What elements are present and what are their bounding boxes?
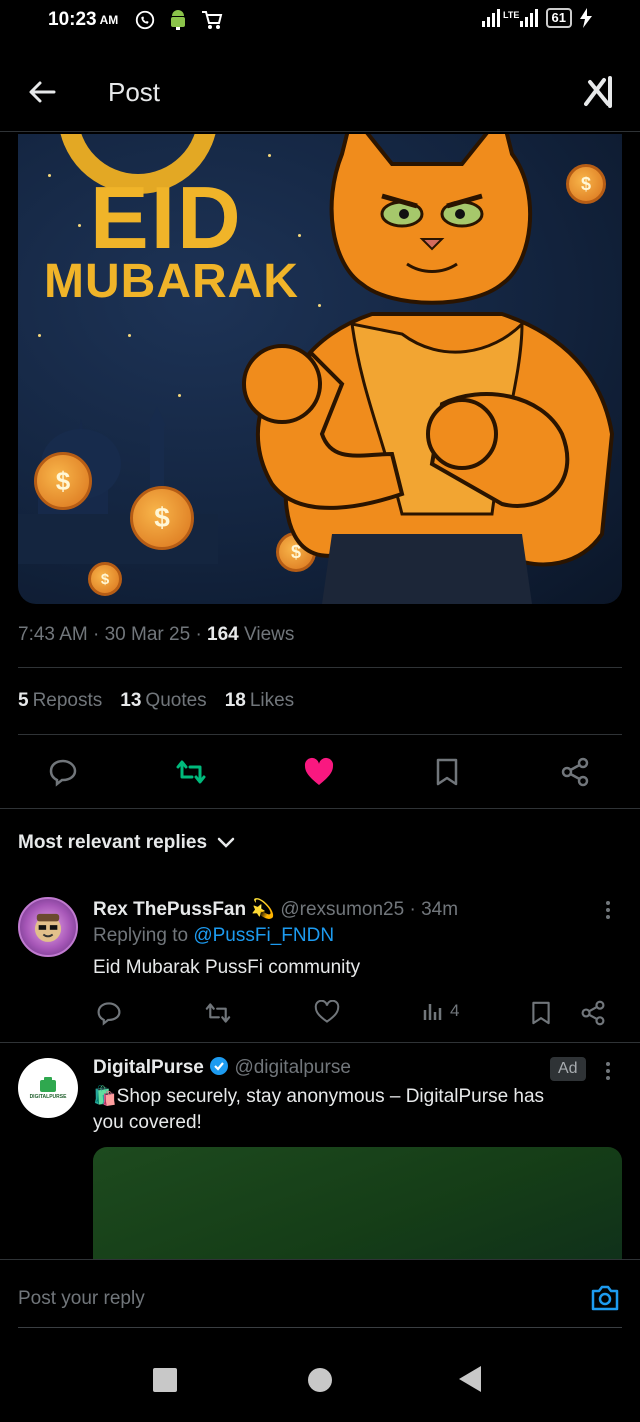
ad-text-line1: 🛍️Shop securely, stay anonymous – Digita… — [93, 1086, 545, 1107]
avatar[interactable] — [18, 897, 78, 957]
ad-badge: Ad — [550, 1057, 586, 1081]
reply-composer: Post your reply — [0, 1259, 640, 1329]
quotes-stat[interactable]: 13 Quotes — [120, 690, 206, 712]
share-button[interactable] — [580, 1000, 606, 1026]
repost-icon — [176, 760, 206, 784]
chevron-down-icon — [217, 837, 235, 848]
logo-text: DIGITALPURSE — [29, 1094, 67, 1100]
status-bar: 10:23 AM LTE 61 — [0, 0, 640, 40]
sparkle-emoji: 💫 — [251, 899, 276, 920]
share-button[interactable] — [559, 756, 591, 788]
arrow-left-icon[interactable] — [26, 76, 58, 108]
recents-button[interactable] — [153, 1368, 177, 1392]
reply-input[interactable]: Post your reply — [18, 1288, 145, 1310]
heart-icon — [314, 1000, 340, 1023]
system-back-button[interactable] — [459, 1366, 481, 1392]
analytics-icon — [423, 1004, 442, 1020]
ad-text-line2: you covered! — [93, 1112, 202, 1133]
coin-icon: $ — [130, 486, 194, 550]
reply-author-name[interactable]: Rex ThePussFan — [93, 899, 246, 920]
reply-button[interactable] — [47, 756, 79, 788]
signal-icon: LTE — [481, 9, 538, 27]
digitalpurse-logo — [40, 1077, 56, 1092]
views-count: 164 — [207, 624, 239, 645]
post-timestamp: 7:43 AM · 30 Mar 25 · 164 Views — [18, 624, 295, 645]
bookmark-icon — [436, 758, 458, 786]
like-button[interactable] — [314, 1000, 340, 1024]
reply-icon — [97, 1002, 121, 1026]
divider — [0, 808, 640, 809]
ad-author-name[interactable]: DigitalPurse — [93, 1057, 204, 1078]
home-button[interactable] — [308, 1368, 332, 1392]
replying-to: Replying to @PussFi_FNDN — [93, 925, 335, 946]
repost-button[interactable] — [175, 756, 207, 788]
heart-filled-icon — [304, 757, 334, 785]
coin-icon: $ — [88, 562, 122, 596]
reply-text: Eid Mubarak PussFi community — [93, 957, 361, 978]
post-stats: 5 Reposts 13 Quotes 18 Likes — [18, 690, 294, 712]
ad-image[interactable] — [93, 1147, 622, 1259]
reply-icon — [49, 759, 77, 787]
charging-icon — [580, 8, 592, 28]
likes-stat[interactable]: 18 Likes — [225, 690, 295, 712]
status-ampm: AM — [99, 13, 119, 27]
divider — [18, 734, 622, 735]
post-actions — [0, 748, 640, 796]
whatsapp-icon — [136, 10, 155, 30]
post-header: Post — [0, 60, 640, 132]
status-time: 10:23 — [48, 9, 97, 30]
reply-author-handle[interactable]: @rexsumon25 — [280, 899, 404, 920]
grok-icon[interactable] — [584, 74, 618, 110]
share-icon — [581, 1000, 605, 1026]
reply-time: 34m — [421, 899, 459, 920]
battery-icon: 61 — [545, 8, 572, 28]
svg-text:LTE: LTE — [503, 10, 519, 20]
divider — [18, 1327, 622, 1328]
replying-to-handle[interactable]: @PussFi_FNDN — [193, 925, 334, 946]
like-button[interactable] — [303, 756, 335, 788]
divider — [18, 667, 622, 668]
verified-badge-icon — [210, 1057, 229, 1075]
views-button[interactable]: 4 — [422, 1000, 459, 1022]
views-count: 4 — [450, 1001, 460, 1020]
bookmark-button[interactable] — [530, 1000, 552, 1026]
cat-avatar-icon — [34, 913, 62, 942]
camera-icon[interactable] — [590, 1284, 620, 1312]
page-title: Post — [108, 77, 161, 107]
sort-label: Most relevant replies — [18, 832, 208, 853]
android-icon — [171, 10, 186, 30]
ad-author-handle[interactable]: @digitalpurse — [234, 1057, 350, 1078]
reposts-stat[interactable]: 5 Reposts — [18, 690, 102, 712]
divider — [0, 1042, 640, 1043]
more-options-icon[interactable] — [606, 898, 612, 922]
avatar[interactable]: DIGITALPURSE — [18, 1058, 78, 1118]
reply-button[interactable] — [96, 1000, 122, 1026]
muscular-cat-illustration — [242, 134, 615, 604]
cart-icon — [202, 11, 223, 29]
system-nav-bar — [0, 1340, 640, 1422]
post-image[interactable]: EID MUBARAK $ $ $ $ $ — [18, 134, 622, 604]
bookmark-button[interactable] — [431, 756, 463, 788]
replies-sort-dropdown[interactable]: Most relevant replies — [18, 832, 235, 854]
coin-icon: $ — [34, 452, 92, 510]
repost-button[interactable] — [204, 1001, 232, 1025]
bookmark-icon — [532, 1001, 550, 1025]
share-icon — [561, 757, 589, 787]
more-options-icon[interactable] — [606, 1059, 612, 1083]
shopping-bag-emoji: 🛍️ — [93, 1086, 117, 1107]
repost-icon — [205, 1003, 231, 1023]
